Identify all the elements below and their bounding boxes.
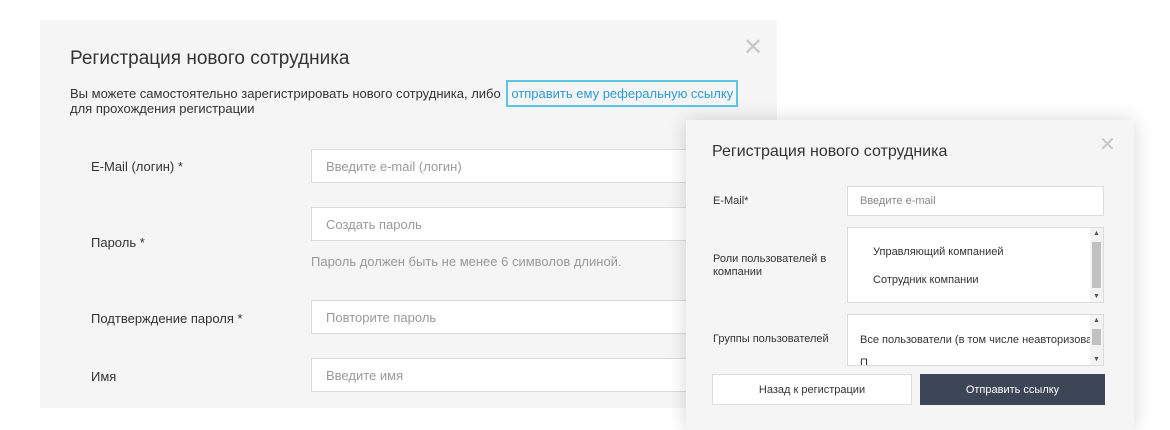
scrollbar[interactable]: ▲ ▼ — [1090, 315, 1103, 365]
scroll-up-icon[interactable]: ▲ — [1093, 230, 1100, 237]
email-label: E-Mail (логин) * — [91, 159, 183, 174]
back-to-registration-button[interactable]: Назад к регистрации — [712, 374, 912, 405]
password-input[interactable] — [311, 207, 731, 241]
list-item[interactable]: Все пользователи (в том числе неавторизо… — [860, 334, 1103, 346]
groups-label: Группы пользователей — [713, 333, 829, 345]
close-icon[interactable]: ✕ — [1099, 132, 1116, 157]
modal-title: Регистрация нового сотрудника — [70, 48, 350, 69]
description-text: Вы можете самостоятельно зарегистрироват… — [70, 86, 501, 101]
send-link-button[interactable]: Отправить ссылку — [920, 374, 1105, 405]
scroll-thumb[interactable] — [1092, 329, 1101, 345]
name-input[interactable] — [311, 358, 731, 392]
list-item[interactable]: Сотрудник компании — [873, 274, 979, 286]
scroll-down-icon[interactable]: ▼ — [1093, 356, 1100, 363]
scrollbar[interactable]: ▲ ▼ — [1090, 228, 1103, 302]
scroll-up-icon[interactable]: ▲ — [1093, 317, 1100, 324]
referral-link[interactable]: отправить ему реферальную ссылку — [506, 80, 739, 107]
referral-link-modal: Регистрация нового сотрудника ✕ E-Mail* … — [686, 120, 1134, 430]
password-confirm-input[interactable] — [311, 300, 731, 334]
email-input[interactable] — [311, 149, 731, 183]
registration-description: Вы можете самостоятельно зарегистрироват… — [70, 80, 770, 116]
close-icon[interactable]: ✕ — [743, 36, 763, 60]
registration-modal-back: Регистрация нового сотрудника ✕ Вы может… — [40, 20, 777, 408]
list-item[interactable]: Управляющий компанией — [873, 246, 1003, 258]
groups-listbox[interactable]: Все пользователи (в том числе неавторизо… — [847, 314, 1104, 366]
list-item[interactable]: П — [860, 357, 868, 365]
name-label: Имя — [91, 369, 117, 384]
email-label: E-Mail* — [713, 195, 749, 207]
roles-listbox[interactable]: Управляющий компанией Сотрудник компании… — [847, 227, 1104, 303]
scroll-down-icon[interactable]: ▼ — [1093, 293, 1100, 300]
password-label: Пароль * — [91, 235, 145, 250]
description-tail: для прохождения регистрации — [70, 101, 255, 116]
scroll-thumb[interactable] — [1092, 242, 1101, 288]
password-confirm-label: Подтверждение пароля * — [91, 311, 243, 326]
roles-label: Роли пользователей в компании — [713, 253, 827, 278]
modal-title: Регистрация нового сотрудника — [712, 143, 948, 160]
password-hint: Пароль должен быть не менее 6 символов д… — [311, 254, 622, 269]
email-input[interactable] — [847, 186, 1104, 216]
